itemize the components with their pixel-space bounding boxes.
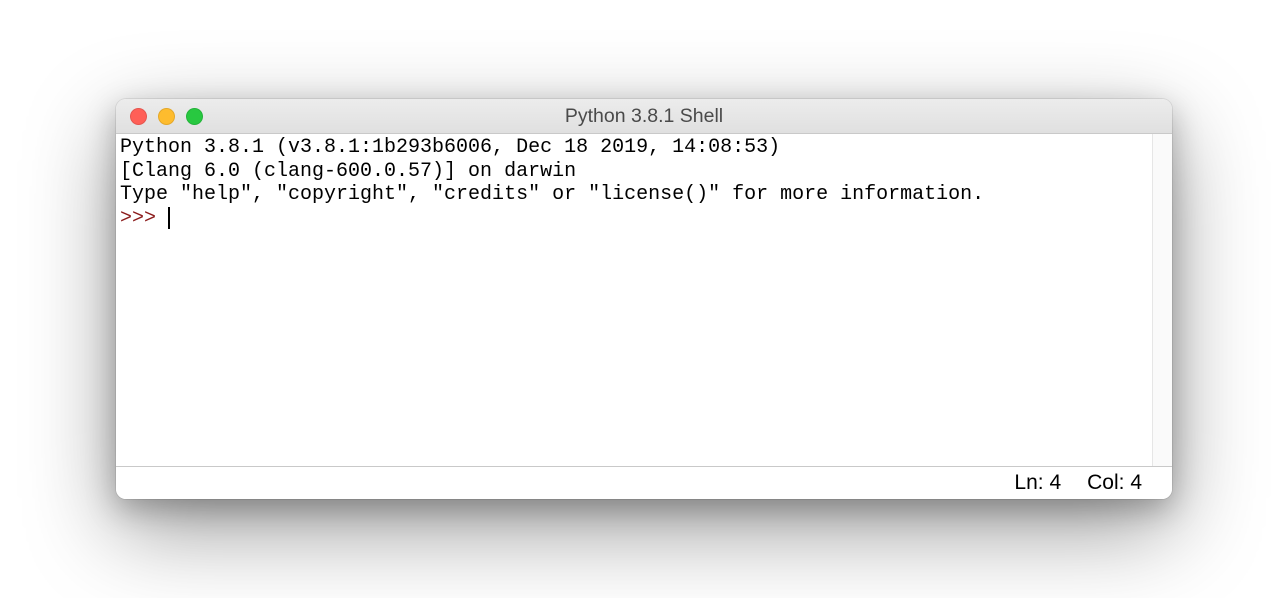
vertical-scrollbar[interactable] — [1152, 134, 1172, 466]
minimize-icon[interactable] — [158, 108, 175, 125]
maximize-icon[interactable] — [186, 108, 203, 125]
traffic-lights — [116, 108, 203, 125]
content-area: Python 3.8.1 (v3.8.1:1b293b6006, Dec 18 … — [116, 134, 1172, 466]
shell-help-line: Type "help", "copyright", "credits" or "… — [120, 183, 984, 206]
status-col-number: Col: 4 — [1087, 471, 1142, 495]
shell-window: Python 3.8.1 Shell Python 3.8.1 (v3.8.1:… — [116, 99, 1172, 499]
titlebar: Python 3.8.1 Shell — [116, 99, 1172, 134]
window-title: Python 3.8.1 Shell — [116, 105, 1172, 128]
shell-prompt: >>> — [120, 207, 168, 230]
shell-compiler-line: [Clang 6.0 (clang-600.0.57)] on darwin — [120, 160, 576, 183]
shell-version-line: Python 3.8.1 (v3.8.1:1b293b6006, Dec 18 … — [120, 136, 792, 159]
status-line-number: Ln: 4 — [1014, 471, 1061, 495]
text-cursor — [168, 207, 170, 229]
close-icon[interactable] — [130, 108, 147, 125]
shell-text-area[interactable]: Python 3.8.1 (v3.8.1:1b293b6006, Dec 18 … — [116, 134, 1152, 466]
statusbar: Ln: 4 Col: 4 — [116, 466, 1172, 499]
